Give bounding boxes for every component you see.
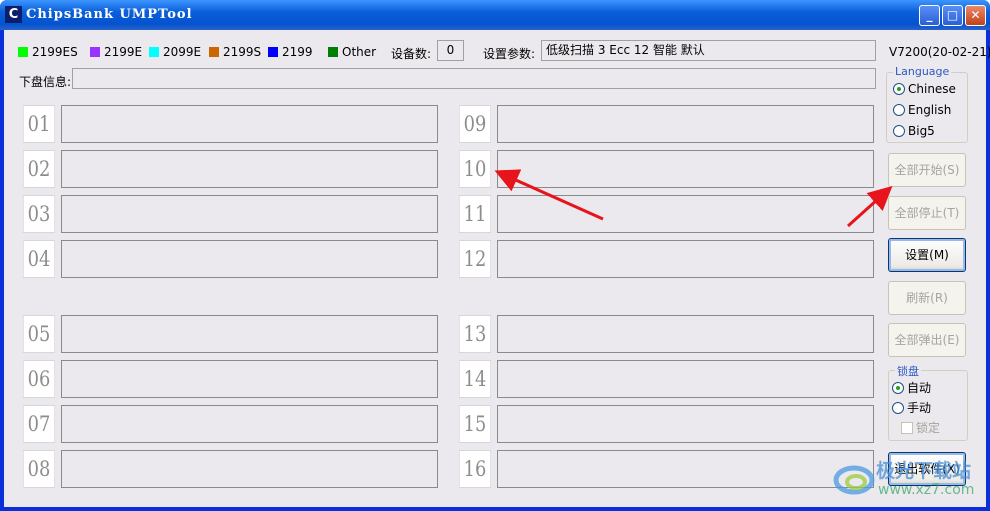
lock-group-title: 锁盘 bbox=[895, 363, 921, 379]
radio-label: 自动 bbox=[907, 381, 932, 395]
port-status-field-05 bbox=[61, 315, 438, 353]
radio-icon bbox=[893, 125, 905, 137]
legend-swatch-icon bbox=[209, 47, 219, 57]
legend-label: 2199E bbox=[104, 45, 143, 59]
disk-info-field bbox=[72, 68, 876, 89]
legend-label: Other bbox=[342, 45, 377, 59]
exit-button[interactable]: 退出软件(X) bbox=[888, 452, 966, 486]
port-number-12: 12 bbox=[458, 240, 492, 278]
port-number-04: 04 bbox=[22, 240, 56, 278]
port-status-field-13 bbox=[497, 315, 874, 353]
port-number-05: 05 bbox=[22, 315, 56, 353]
language-group-title: Language bbox=[893, 65, 952, 78]
device-count-value: 0 bbox=[437, 40, 464, 61]
port-status-field-16 bbox=[497, 450, 874, 488]
refresh-button[interactable]: 刷新(R) bbox=[888, 281, 966, 315]
legend-label: 2099E bbox=[163, 45, 202, 59]
close-button[interactable]: ✕ bbox=[965, 5, 986, 26]
port-status-field-08 bbox=[61, 450, 438, 488]
port-status-field-02 bbox=[61, 150, 438, 188]
port-status-field-12 bbox=[497, 240, 874, 278]
port-number-11: 11 bbox=[458, 195, 492, 233]
port-number-03: 03 bbox=[22, 195, 56, 233]
legend-label: 2199 bbox=[282, 45, 313, 59]
legend-swatch-icon bbox=[18, 47, 28, 57]
language-group: Language Chinese English Big5 bbox=[886, 65, 968, 143]
port-number-14: 14 bbox=[458, 360, 492, 398]
port-status-field-10 bbox=[497, 150, 874, 188]
stop-all-button[interactable]: 全部停止(T) bbox=[888, 196, 966, 230]
radio-label: 手动 bbox=[907, 401, 932, 415]
settings-params-label: 设置参数: bbox=[483, 47, 536, 61]
radio-icon bbox=[893, 104, 905, 116]
port-status-field-11 bbox=[497, 195, 874, 233]
port-status-field-09 bbox=[497, 105, 874, 143]
radio-selected-icon bbox=[892, 382, 904, 394]
radio-icon bbox=[892, 402, 904, 414]
port-number-15: 15 bbox=[458, 405, 492, 443]
settings-button[interactable]: 设置(M) bbox=[888, 238, 966, 272]
legend-swatch-icon bbox=[149, 47, 159, 57]
port-status-field-04 bbox=[61, 240, 438, 278]
eject-all-button[interactable]: 全部弹出(E) bbox=[888, 323, 966, 357]
disk-info-label: 下盘信息: bbox=[19, 75, 72, 89]
legend-swatch-icon bbox=[90, 47, 100, 57]
radio-label: Big5 bbox=[908, 124, 935, 138]
legend-swatch-icon bbox=[328, 47, 338, 57]
legend-swatch-icon bbox=[268, 47, 278, 57]
maximize-button[interactable]: □ bbox=[942, 5, 963, 26]
port-status-field-01 bbox=[61, 105, 438, 143]
radio-big5[interactable]: Big5 bbox=[893, 124, 935, 138]
port-status-field-14 bbox=[497, 360, 874, 398]
radio-label: Chinese bbox=[908, 82, 956, 96]
title-bar[interactable]: C ChipsBank UMPTool _ □ ✕ bbox=[0, 0, 990, 30]
device-count-label: 设备数: bbox=[391, 47, 432, 61]
app-window: C ChipsBank UMPTool _ □ ✕ 2199ES 2199E 209… bbox=[0, 0, 990, 511]
checkbox-icon bbox=[901, 422, 913, 434]
port-number-07: 07 bbox=[22, 405, 56, 443]
port-number-08: 08 bbox=[22, 450, 56, 488]
port-number-10: 10 bbox=[458, 150, 492, 188]
port-number-01: 01 bbox=[22, 105, 56, 143]
minimize-button[interactable]: _ bbox=[919, 5, 940, 26]
settings-params-value: 低级扫描 3 Ecc 12 智能 默认 bbox=[541, 40, 876, 61]
window-title: ChipsBank UMPTool bbox=[26, 7, 193, 22]
port-status-field-06 bbox=[61, 360, 438, 398]
start-all-button[interactable]: 全部开始(S) bbox=[888, 153, 966, 187]
radio-manual[interactable]: 手动 bbox=[892, 399, 931, 416]
app-logo-icon: C bbox=[5, 6, 22, 23]
radio-label: English bbox=[908, 103, 952, 117]
client-area: 2199ES 2199E 2099E 2199S 2199 Other 设备数: 0 设置… bbox=[4, 30, 990, 507]
legend-label: 2199ES bbox=[32, 45, 78, 59]
radio-selected-icon bbox=[893, 83, 905, 95]
lock-group: 锁盘 自动 手动 锁定 bbox=[888, 363, 968, 441]
port-status-field-03 bbox=[61, 195, 438, 233]
port-number-02: 02 bbox=[22, 150, 56, 188]
radio-auto[interactable]: 自动 bbox=[892, 379, 931, 396]
radio-english[interactable]: English bbox=[893, 103, 951, 117]
port-number-09: 09 bbox=[458, 105, 492, 143]
version-label: V7200(20-02-21) bbox=[889, 45, 990, 59]
lock-checkbox[interactable]: 锁定 bbox=[901, 419, 940, 436]
legend-label: 2199S bbox=[223, 45, 262, 59]
checkbox-label: 锁定 bbox=[916, 421, 941, 435]
port-status-field-15 bbox=[497, 405, 874, 443]
port-number-06: 06 bbox=[22, 360, 56, 398]
port-number-13: 13 bbox=[458, 315, 492, 353]
port-number-16: 16 bbox=[458, 450, 492, 488]
port-status-field-07 bbox=[61, 405, 438, 443]
radio-chinese[interactable]: Chinese bbox=[893, 82, 956, 96]
